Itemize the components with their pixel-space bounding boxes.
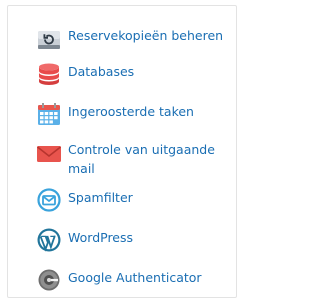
menu-item-label-databases[interactable]: Databases (68, 62, 134, 81)
database-icon (37, 62, 61, 86)
menu-item-databases[interactable]: Databases (37, 60, 227, 86)
spamfilter-icon (37, 188, 61, 212)
tools-list: Reservekopieën beheren Databases Ingeroo… (37, 26, 227, 306)
menu-item-scheduled-tasks[interactable]: Ingeroosterde taken (37, 100, 227, 126)
menu-item-google-authenticator[interactable]: Google Authenticator (37, 266, 227, 292)
mail-icon (37, 142, 61, 166)
menu-item-spamfilter[interactable]: Spamfilter (37, 186, 227, 212)
backup-restore-icon (37, 28, 61, 52)
menu-item-label-spamfilter[interactable]: Spamfilter (68, 188, 133, 207)
menu-item-outgoing-mail[interactable]: Controle van uitgaande mail (37, 140, 227, 178)
menu-item-label-outgoing-mail[interactable]: Controle van uitgaande mail (68, 140, 227, 178)
menu-item-wordpress[interactable]: WordPress (37, 226, 227, 252)
menu-item-label-google-authenticator[interactable]: Google Authenticator (68, 268, 202, 287)
calendar-icon (37, 102, 61, 126)
menu-item-label-scheduled-tasks[interactable]: Ingeroosterde taken (68, 102, 194, 121)
menu-item-label-backups[interactable]: Reservekopieën beheren (68, 26, 223, 45)
menu-item-label-wordpress[interactable]: WordPress (68, 228, 133, 247)
google-authenticator-icon (37, 268, 61, 292)
wordpress-icon (37, 228, 61, 252)
tools-panel: Reservekopieën beheren Databases Ingeroo… (7, 5, 237, 298)
menu-item-backups[interactable]: Reservekopieën beheren (37, 26, 227, 52)
